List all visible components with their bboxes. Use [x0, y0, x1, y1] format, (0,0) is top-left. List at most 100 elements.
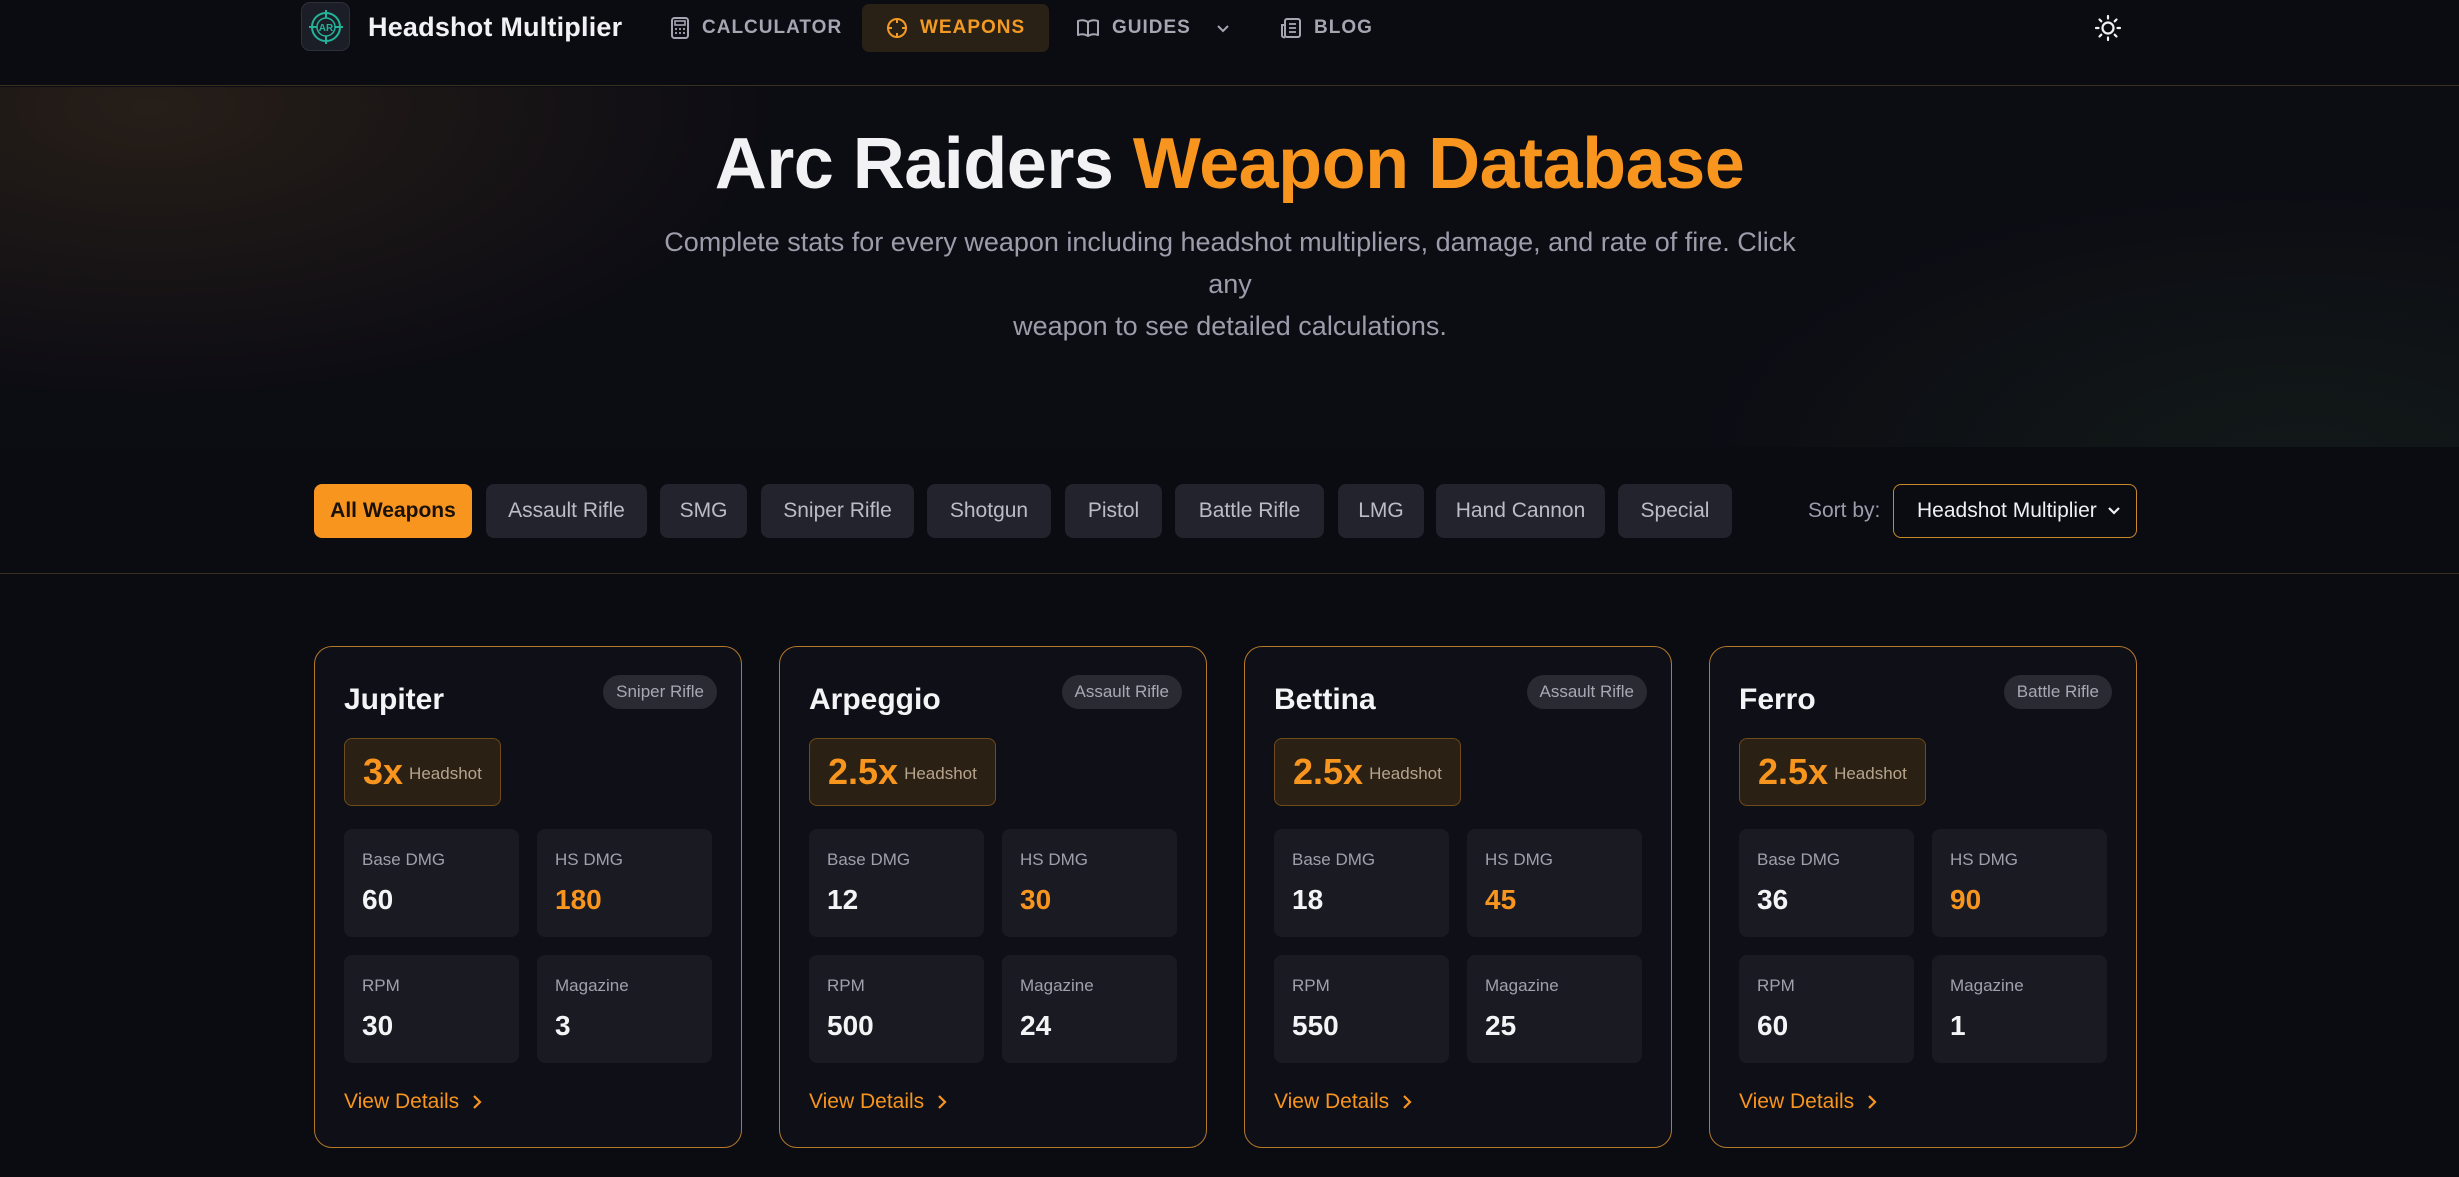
stat-magazine: Magazine 25	[1467, 955, 1642, 1063]
sun-icon	[2094, 14, 2122, 42]
weapon-card-ferro[interactable]: Ferro Battle Rifle 2.5x Headshot Base DM…	[1709, 646, 2137, 1148]
chevron-right-icon	[473, 1095, 482, 1109]
stat-value: 1	[1950, 1010, 1966, 1041]
filter-shotgun[interactable]: Shotgun	[927, 484, 1051, 538]
nav-weapons-label: WEAPONS	[920, 17, 1026, 38]
sort-select-value: Headshot Multiplier	[1917, 499, 2097, 522]
stat-value: 90	[1950, 884, 1982, 915]
stat-magazine: Magazine 3	[537, 955, 712, 1063]
stat-value: 18	[1292, 884, 1324, 915]
logo[interactable]: AR	[301, 2, 350, 51]
headshot-multiplier-value: 3x	[363, 751, 404, 792]
page-subtitle: Complete stats for every weapon includin…	[640, 221, 1820, 347]
filter-special[interactable]: Special	[1618, 484, 1732, 538]
nav-weapons[interactable]: WEAPONS	[862, 4, 1050, 52]
stat-value: 60	[1757, 1010, 1789, 1041]
nav-guides[interactable]: GUIDES	[1052, 4, 1255, 52]
stat-label: RPM	[827, 976, 865, 995]
filter-all-weapons[interactable]: All Weapons	[314, 484, 472, 538]
stat-value: 30	[1020, 884, 1052, 915]
filter-smg[interactable]: SMG	[660, 484, 747, 538]
filter-pistol[interactable]: Pistol	[1065, 484, 1162, 538]
weapon-card-arpeggio[interactable]: Arpeggio Assault Rifle 2.5x Headshot Bas…	[779, 646, 1207, 1148]
weapon-type-badge: Battle Rifle	[2003, 675, 2112, 709]
top-nav: AR Headshot Multiplier CALCULATOR WEAPON…	[0, 0, 2459, 86]
headshot-multiplier-label: Headshot	[1834, 764, 1907, 783]
stat-rpm: RPM 30	[344, 955, 519, 1063]
view-details-label: View Details	[344, 1090, 460, 1113]
weapon-card-bettina[interactable]: Bettina Assault Rifle 2.5x Headshot Base…	[1244, 646, 1672, 1148]
sort-label: Sort by:	[1808, 499, 1881, 522]
newspaper-icon	[1281, 18, 1301, 39]
filter-bar: All Weapons Assault Rifle SMG Sniper Rif…	[0, 447, 2459, 574]
stat-magazine: Magazine 24	[1002, 955, 1177, 1063]
view-details-link[interactable]: View Details	[344, 1090, 483, 1114]
theme-toggle-button[interactable]	[2092, 12, 2124, 44]
filter-sniper-rifle[interactable]: Sniper Rifle	[761, 484, 914, 538]
chevron-down-icon	[2108, 507, 2120, 515]
view-details-link[interactable]: View Details	[1739, 1090, 1878, 1114]
filter-assault-rifle[interactable]: Assault Rifle	[486, 484, 647, 538]
stat-value: 12	[827, 884, 859, 915]
stat-label: HS DMG	[1950, 850, 2018, 869]
stat-base-dmg: Base DMG 18	[1274, 829, 1449, 937]
filter-hand-cannon[interactable]: Hand Cannon	[1436, 484, 1605, 538]
stat-label: RPM	[1292, 976, 1330, 995]
stat-label: Magazine	[555, 976, 629, 995]
stat-label: HS DMG	[555, 850, 623, 869]
stat-value: 500	[827, 1010, 874, 1041]
brand-title[interactable]: Headshot Multiplier	[368, 12, 622, 43]
stat-label: Base DMG	[362, 850, 446, 869]
book-icon	[1077, 19, 1099, 37]
nav-guides-label: GUIDES	[1112, 17, 1191, 38]
stat-value: 3	[555, 1010, 571, 1041]
stat-label: Magazine	[1485, 976, 1559, 995]
nav-calculator-label: CALCULATOR	[702, 17, 843, 38]
page-title-part2: Weapon Database	[1132, 124, 1745, 204]
chevron-right-icon	[1868, 1095, 1877, 1109]
sort-select[interactable]: Headshot Multiplier	[1893, 484, 2137, 538]
nav-blog-label: BLOG	[1314, 17, 1373, 38]
stat-hs-dmg: HS DMG 30	[1002, 829, 1177, 937]
stat-label: Base DMG	[1757, 850, 1841, 869]
nav-calculator[interactable]: CALCULATOR	[646, 4, 866, 52]
headshot-multiplier-badge: 2.5x Headshot	[809, 738, 996, 806]
chevron-right-icon	[938, 1095, 947, 1109]
page-title: Arc Raiders Weapon Database	[0, 123, 2459, 205]
logo-crosshair-icon: AR	[308, 9, 343, 44]
view-details-link[interactable]: View Details	[809, 1090, 948, 1114]
weapon-name: Arpeggio	[809, 683, 941, 716]
svg-text:AR: AR	[318, 23, 333, 34]
stat-label: Magazine	[1020, 976, 1094, 995]
view-details-link[interactable]: View Details	[1274, 1090, 1413, 1114]
view-details-label: View Details	[1274, 1090, 1390, 1113]
filter-lmg[interactable]: LMG	[1338, 484, 1424, 538]
stat-value: 180	[555, 884, 602, 915]
stat-rpm: RPM 500	[809, 955, 984, 1063]
chevron-down-icon	[1217, 25, 1229, 33]
stat-label: Base DMG	[1292, 850, 1376, 869]
headshot-multiplier-value: 2.5x	[1293, 751, 1364, 792]
stat-rpm: RPM 550	[1274, 955, 1449, 1063]
headshot-multiplier-value: 2.5x	[828, 751, 899, 792]
stat-value: 36	[1757, 884, 1789, 915]
view-details-label: View Details	[809, 1090, 925, 1113]
stat-label: HS DMG	[1485, 850, 1553, 869]
stat-value: 45	[1485, 884, 1517, 915]
calculator-icon	[671, 17, 689, 39]
page-subtitle-line1: Complete stats for every weapon includin…	[664, 227, 1796, 299]
stat-hs-dmg: HS DMG 45	[1467, 829, 1642, 937]
page-title-part1: Arc Raiders	[714, 124, 1114, 204]
stat-base-dmg: Base DMG 12	[809, 829, 984, 937]
headshot-multiplier-label: Headshot	[409, 764, 482, 783]
stat-value: 24	[1020, 1010, 1052, 1041]
stat-magazine: Magazine 1	[1932, 955, 2107, 1063]
filter-battle-rifle[interactable]: Battle Rifle	[1175, 484, 1324, 538]
stat-hs-dmg: HS DMG 90	[1932, 829, 2107, 937]
weapon-name: Jupiter	[344, 683, 445, 716]
stat-label: Magazine	[1950, 976, 2024, 995]
nav-blog[interactable]: BLOG	[1256, 4, 1397, 52]
weapon-name: Bettina	[1274, 683, 1376, 716]
stat-base-dmg: Base DMG 60	[344, 829, 519, 937]
weapon-card-jupiter[interactable]: Jupiter Sniper Rifle 3x Headshot Base DM…	[314, 646, 742, 1148]
